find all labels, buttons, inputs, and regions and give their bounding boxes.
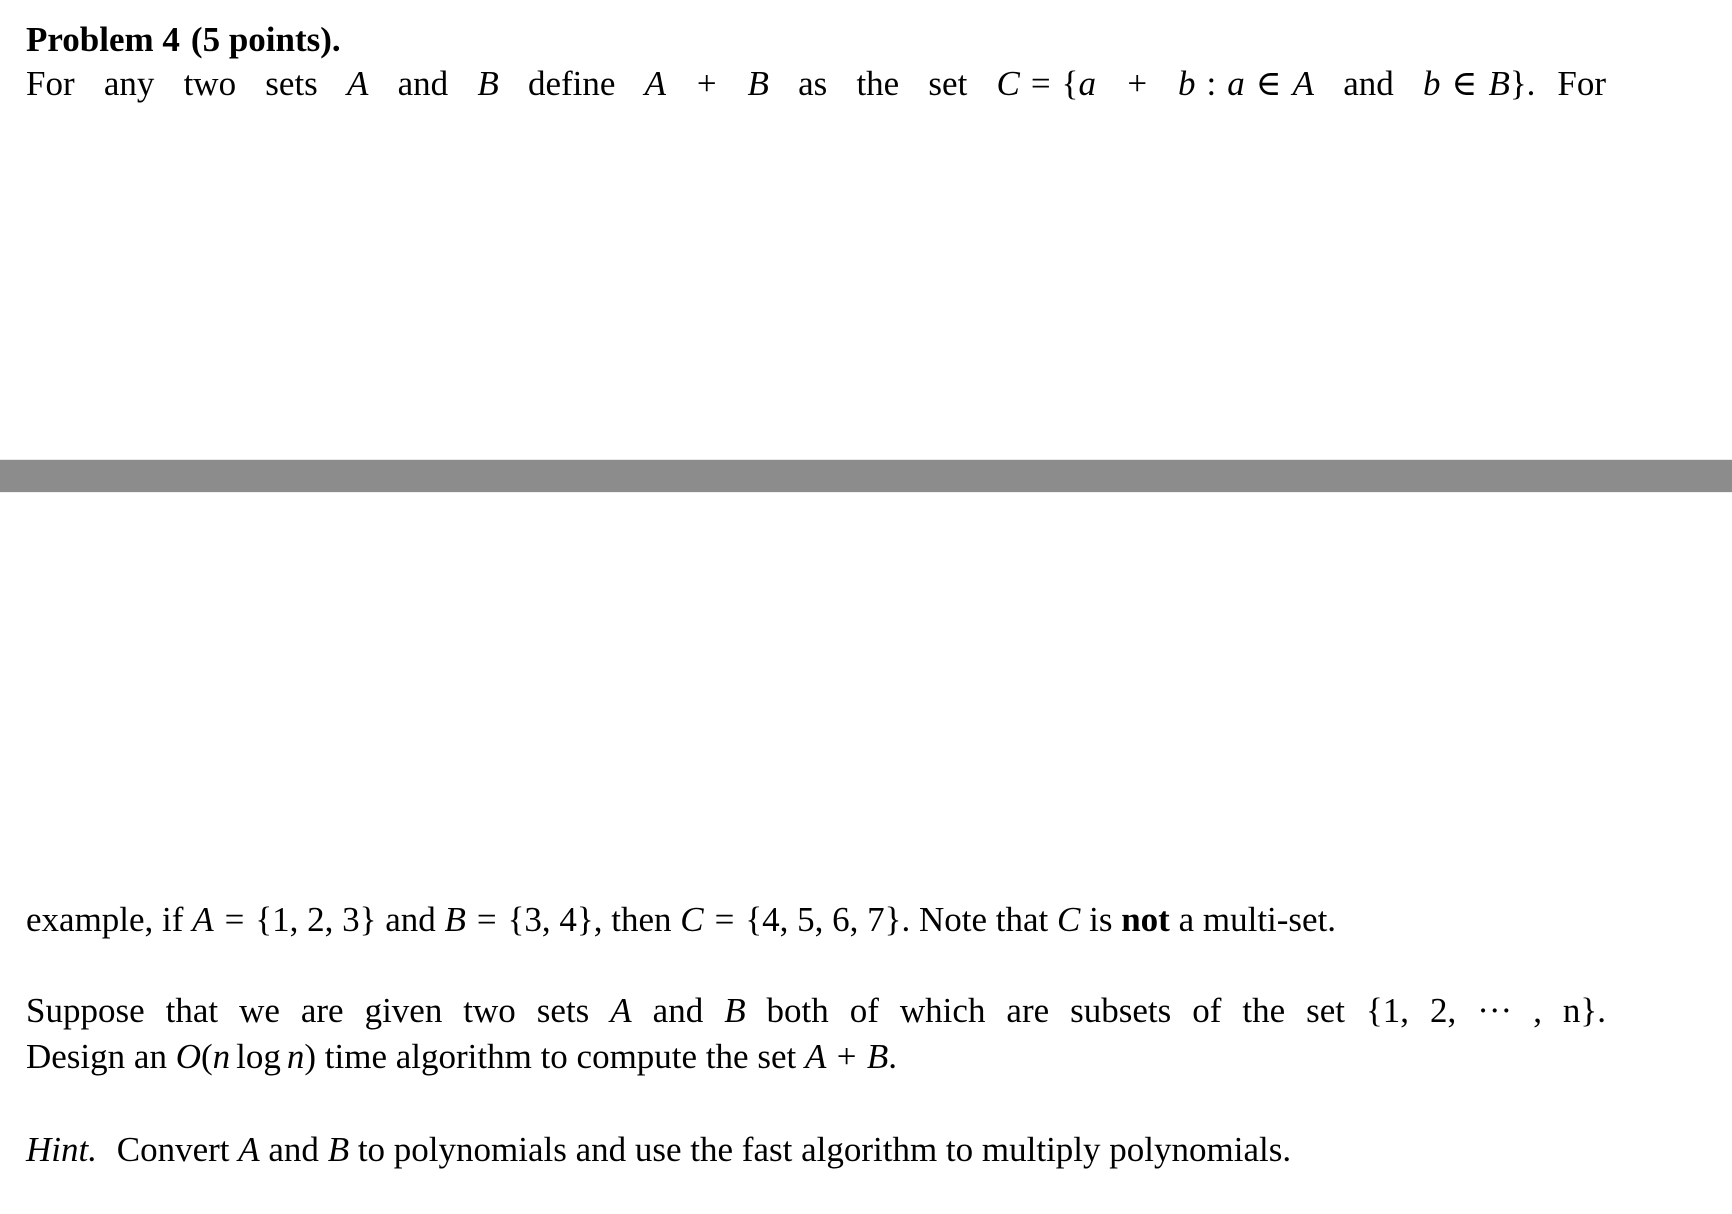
hint-var-b: B	[327, 1130, 350, 1169]
ex-text-3: , then	[593, 900, 681, 939]
def-text-3: define	[498, 64, 645, 103]
des-text-2: time algorithm to compute the set	[316, 1037, 805, 1077]
def-text-5: and	[1314, 64, 1424, 103]
ex-equals-2: =	[476, 900, 497, 939]
problem-points: (5 points).	[190, 20, 341, 59]
paragraph-example: example, if A = {1, 2, 3} and B = {3, 4}, th…	[26, 898, 1606, 942]
hint-text-2: and	[259, 1130, 328, 1169]
ex-set-a-value: {1, 2, 3}	[255, 900, 377, 939]
paragraph-problem-statement: Suppose that we are given two sets A and…	[26, 989, 1606, 1079]
var-n-1: n	[212, 1037, 231, 1077]
sup-var-b: B	[724, 991, 746, 1030]
sup-text-3: both of which are subsets of the set	[745, 991, 1366, 1030]
definition-line: For any two sets A and B define A + B as…	[26, 62, 1606, 106]
def-text-1: For any two sets	[26, 64, 348, 103]
element-of-icon-1: ∈	[1255, 64, 1282, 103]
def-text-6: For	[1557, 64, 1607, 103]
gray-separator-bar	[0, 459, 1732, 493]
des-text-1: Design an	[26, 1037, 176, 1077]
paren-open: (	[200, 1037, 213, 1077]
elem-a: a	[1227, 64, 1245, 103]
ex-var-a: A	[192, 900, 214, 939]
des-expr-a-plus-b: A + B	[804, 1037, 889, 1077]
def-period: .	[1526, 64, 1536, 103]
sup-period-1: .	[1597, 991, 1606, 1030]
problem-title: Problem 4	[26, 20, 180, 59]
set-close-brace: }	[1509, 64, 1527, 103]
sup-var-a: A	[610, 991, 632, 1030]
ex-text-4: . Note that	[901, 900, 1057, 939]
set-a-ref: A	[1292, 64, 1315, 103]
element-of-icon-2: ∈	[1451, 64, 1478, 103]
des-period: .	[888, 1037, 897, 1077]
ex-text-5: is	[1080, 900, 1122, 939]
colon-separator: :	[1206, 64, 1217, 103]
document-page: Problem 4 (5 points). For any two sets A …	[0, 0, 1732, 1214]
suppose-line-2: Design an O(n log n) time algorithm to com…	[26, 1035, 1606, 1079]
paragraph-definition: For any two sets A and B define A + B as…	[26, 62, 1606, 106]
ex-set-b-value: {3, 4}	[507, 900, 594, 939]
set-open-brace: {	[1061, 64, 1079, 103]
ex-var-b: B	[444, 900, 466, 939]
ex-set-c-value: {4, 5, 6, 7}	[745, 900, 902, 939]
ex-var-c: C	[680, 900, 704, 939]
def-text-2: and	[368, 64, 478, 103]
hint-text-1: Convert	[107, 1130, 239, 1169]
big-o-symbol: O	[175, 1037, 201, 1077]
sup-text-1: Suppose that we are given two sets	[26, 991, 611, 1030]
hint-var-a: A	[238, 1130, 260, 1169]
ex-text-6: a multi-set.	[1169, 900, 1337, 939]
var-b: B	[477, 64, 499, 103]
var-a: A	[347, 64, 369, 103]
ex-text-2: and	[376, 900, 445, 939]
sup-text-2: and	[631, 991, 725, 1030]
log-operator: log	[236, 1037, 281, 1077]
set-b-ref: B	[1488, 64, 1510, 103]
ex-var-c-2: C	[1057, 900, 1081, 939]
def-text-4: as the set	[768, 64, 997, 103]
suppose-line-1: Suppose that we are given two sets A and…	[26, 989, 1606, 1033]
hint-label: Hint.	[26, 1130, 97, 1169]
sup-universe-set: {1, 2, ··· , n}	[1365, 991, 1598, 1030]
hint-text-3: to polynomials and use the fast algorith…	[349, 1130, 1292, 1169]
ex-equals-1: =	[224, 900, 245, 939]
problem-heading: Problem 4 (5 points).	[26, 18, 1606, 62]
paragraph-hint: Hint. Convert A and B to polynomials and…	[26, 1128, 1606, 1172]
equals-sign: =	[1030, 64, 1051, 103]
ex-emphasis-not: not	[1121, 900, 1170, 939]
ex-text-1: example, if	[26, 900, 193, 939]
expr-ab: a + b	[1078, 64, 1196, 103]
expr-a-plus-b: A + B	[644, 64, 769, 103]
paren-close: )	[304, 1037, 317, 1077]
elem-b: b	[1423, 64, 1441, 103]
var-c: C	[996, 64, 1020, 103]
var-n-2: n	[286, 1037, 305, 1077]
ex-equals-3: =	[714, 900, 735, 939]
